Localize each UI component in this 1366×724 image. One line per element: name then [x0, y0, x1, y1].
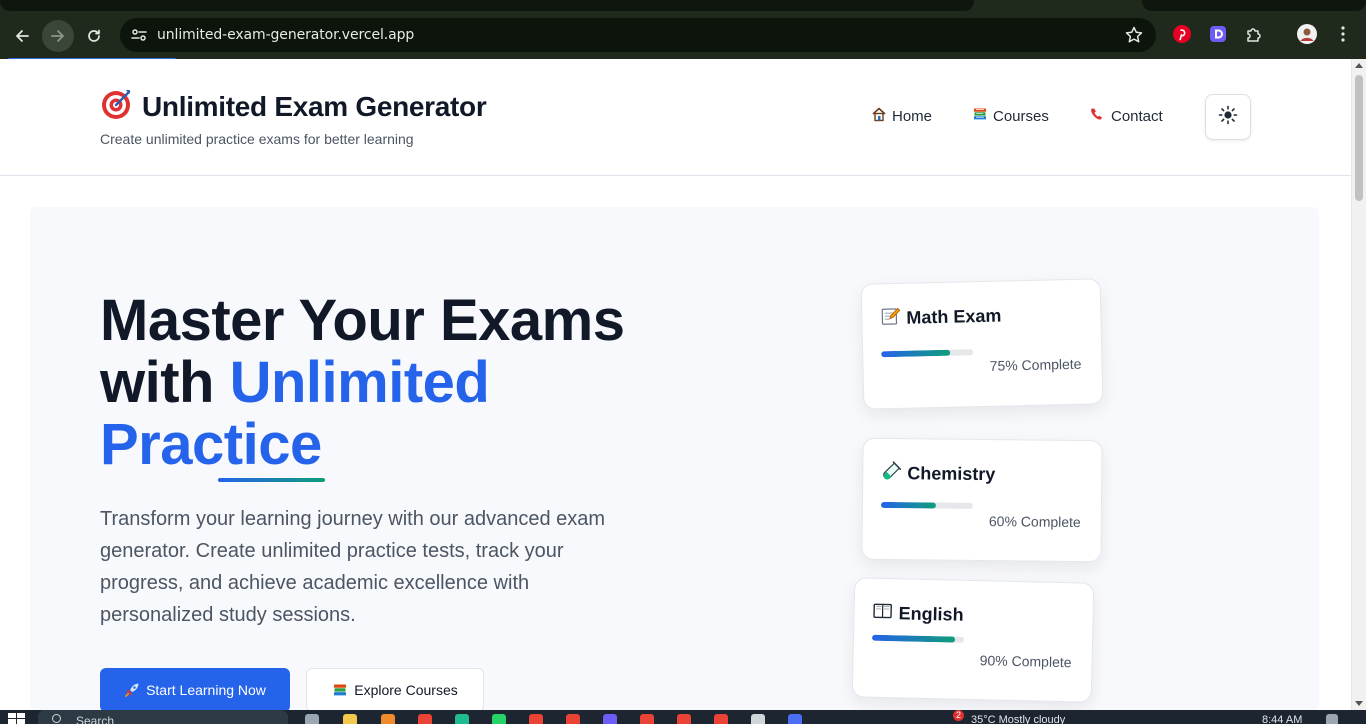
- arrow-right-icon: [51, 30, 64, 42]
- app-icon[interactable]: [603, 714, 617, 724]
- progress-fill: [881, 349, 951, 358]
- scrollbar-thumb[interactable]: [1355, 75, 1363, 201]
- start-learning-button[interactable]: Start Learning Now: [100, 668, 290, 712]
- hero-description: Transform your learning journey with our…: [100, 508, 606, 626]
- chrome-icon[interactable]: [677, 714, 691, 724]
- explore-courses-button[interactable]: Explore Courses: [306, 668, 484, 712]
- hero-title: Master Your Exams with Unlimited Practic…: [100, 290, 625, 476]
- pinterest-icon[interactable]: [1171, 23, 1193, 45]
- nav-item-courses[interactable]: Courses: [972, 106, 1049, 126]
- page-scrollbar[interactable]: [1351, 59, 1366, 710]
- card-title: Math Exam: [906, 305, 1002, 328]
- nav-label-home: Home: [892, 107, 933, 125]
- chrome-icon[interactable]: [640, 714, 654, 724]
- progress-label: 75% Complete: [989, 355, 1082, 374]
- progress-track: [881, 349, 974, 358]
- chrome-icon[interactable]: [418, 714, 432, 724]
- nav-label-courses: Courses: [993, 107, 1049, 125]
- card-title: Chemistry: [907, 463, 996, 485]
- hero-title-accent-unlimited: Unlimited: [229, 350, 490, 415]
- address-bar[interactable]: unlimited-exam-generator.vercel.app: [120, 18, 1156, 52]
- file-explorer-icon[interactable]: [343, 714, 357, 724]
- title-underline: [218, 478, 325, 482]
- weather-widget[interactable]: 35°C Mostly cloudy: [971, 714, 1065, 724]
- card-header: Math Exam: [880, 304, 1002, 332]
- notification-badge: 2: [953, 710, 965, 721]
- chrome-icon[interactable]: [529, 714, 543, 724]
- course-card-chemistry[interactable]: Chemistry 60% Complete: [861, 437, 1103, 563]
- hero-title-accent-practice: Practice: [100, 412, 322, 477]
- brand-subtitle: Create unlimited practice exams for bett…: [100, 131, 414, 147]
- profile-avatar[interactable]: [1296, 23, 1318, 45]
- brand-title: Unlimited Exam Generator: [142, 90, 487, 122]
- sun-icon: [1218, 105, 1238, 130]
- progress-label: 90% Complete: [979, 652, 1072, 671]
- site-info-icon[interactable]: [130, 26, 148, 49]
- chrome-icon[interactable]: [566, 714, 580, 724]
- site-header: Unlimited Exam Generator Create unlimite…: [0, 59, 1351, 176]
- books-icon: [332, 682, 348, 698]
- test-tube-icon: [881, 461, 902, 486]
- os-taskbar: Search 2 35°C Mostly cloudy 8:44 AM: [0, 710, 1366, 724]
- progress-label: 60% Complete: [988, 513, 1081, 531]
- task-view-icon[interactable]: [305, 714, 319, 724]
- progress-fill: [880, 501, 937, 509]
- brand[interactable]: Unlimited Exam Generator: [100, 87, 487, 126]
- reload-icon: [88, 29, 100, 42]
- scroll-down-icon[interactable]: [1355, 701, 1363, 706]
- arrow-left-icon: [16, 30, 29, 42]
- progress-fill: [871, 634, 955, 643]
- card-header: Chemistry: [881, 461, 995, 487]
- notifications-icon[interactable]: [1326, 714, 1338, 724]
- back-button[interactable]: [6, 20, 38, 52]
- tab-strip-area: [1142, 0, 1366, 11]
- d-extension-icon[interactable]: [1207, 23, 1229, 45]
- nav-item-contact[interactable]: Contact: [1089, 106, 1163, 126]
- browser-menu-icon[interactable]: [1332, 23, 1354, 45]
- progress-track: [880, 501, 973, 509]
- scroll-up-icon[interactable]: [1355, 63, 1363, 68]
- app-icon[interactable]: [381, 714, 395, 724]
- windows-start-icon[interactable]: [8, 713, 26, 724]
- memo-icon: [880, 306, 901, 331]
- card-title: English: [898, 603, 964, 625]
- rocket-icon: [124, 682, 140, 698]
- app-icon[interactable]: [751, 714, 765, 724]
- clock[interactable]: 8:44 AM: [1262, 714, 1302, 724]
- nav-label-contact: Contact: [1111, 107, 1163, 125]
- whatsapp-icon[interactable]: [492, 714, 506, 724]
- edge-icon[interactable]: [455, 714, 469, 724]
- course-card-english[interactable]: English 90% Complete: [851, 577, 1095, 703]
- books-icon: [972, 106, 988, 126]
- search-icon: [52, 714, 61, 723]
- puzzle-icon[interactable]: [1243, 23, 1265, 45]
- card-header: English: [872, 601, 964, 628]
- open-book-icon: [872, 601, 893, 626]
- course-card-math[interactable]: Math Exam 75% Complete: [860, 278, 1104, 410]
- browser-toolbar: unlimited-exam-generator.vercel.app: [0, 12, 1366, 59]
- nav-item-home[interactable]: Home: [871, 106, 932, 126]
- reload-button[interactable]: [78, 20, 110, 52]
- house-icon: [871, 106, 887, 126]
- bookmark-star-icon[interactable]: [1124, 25, 1144, 50]
- forward-button[interactable]: [42, 20, 74, 52]
- hero-title-line1: Master Your Exams: [100, 288, 625, 353]
- progress-track: [871, 634, 965, 643]
- app-icon[interactable]: [788, 714, 802, 724]
- hero-title-prefix: with: [100, 350, 230, 415]
- active-tab[interactable]: [0, 0, 974, 11]
- url-text[interactable]: unlimited-exam-generator.vercel.app: [157, 27, 414, 43]
- target-icon: [100, 87, 134, 126]
- explore-courses-label: Explore Courses: [354, 682, 458, 698]
- telephone-icon: [1089, 106, 1106, 126]
- theme-toggle-button[interactable]: [1205, 94, 1251, 140]
- tab-strip: [0, 0, 1366, 12]
- taskbar-search-label: Search: [76, 714, 115, 724]
- taskbar-search[interactable]: Search: [38, 710, 288, 724]
- chrome-icon[interactable]: [714, 714, 728, 724]
- start-learning-label: Start Learning Now: [146, 682, 266, 698]
